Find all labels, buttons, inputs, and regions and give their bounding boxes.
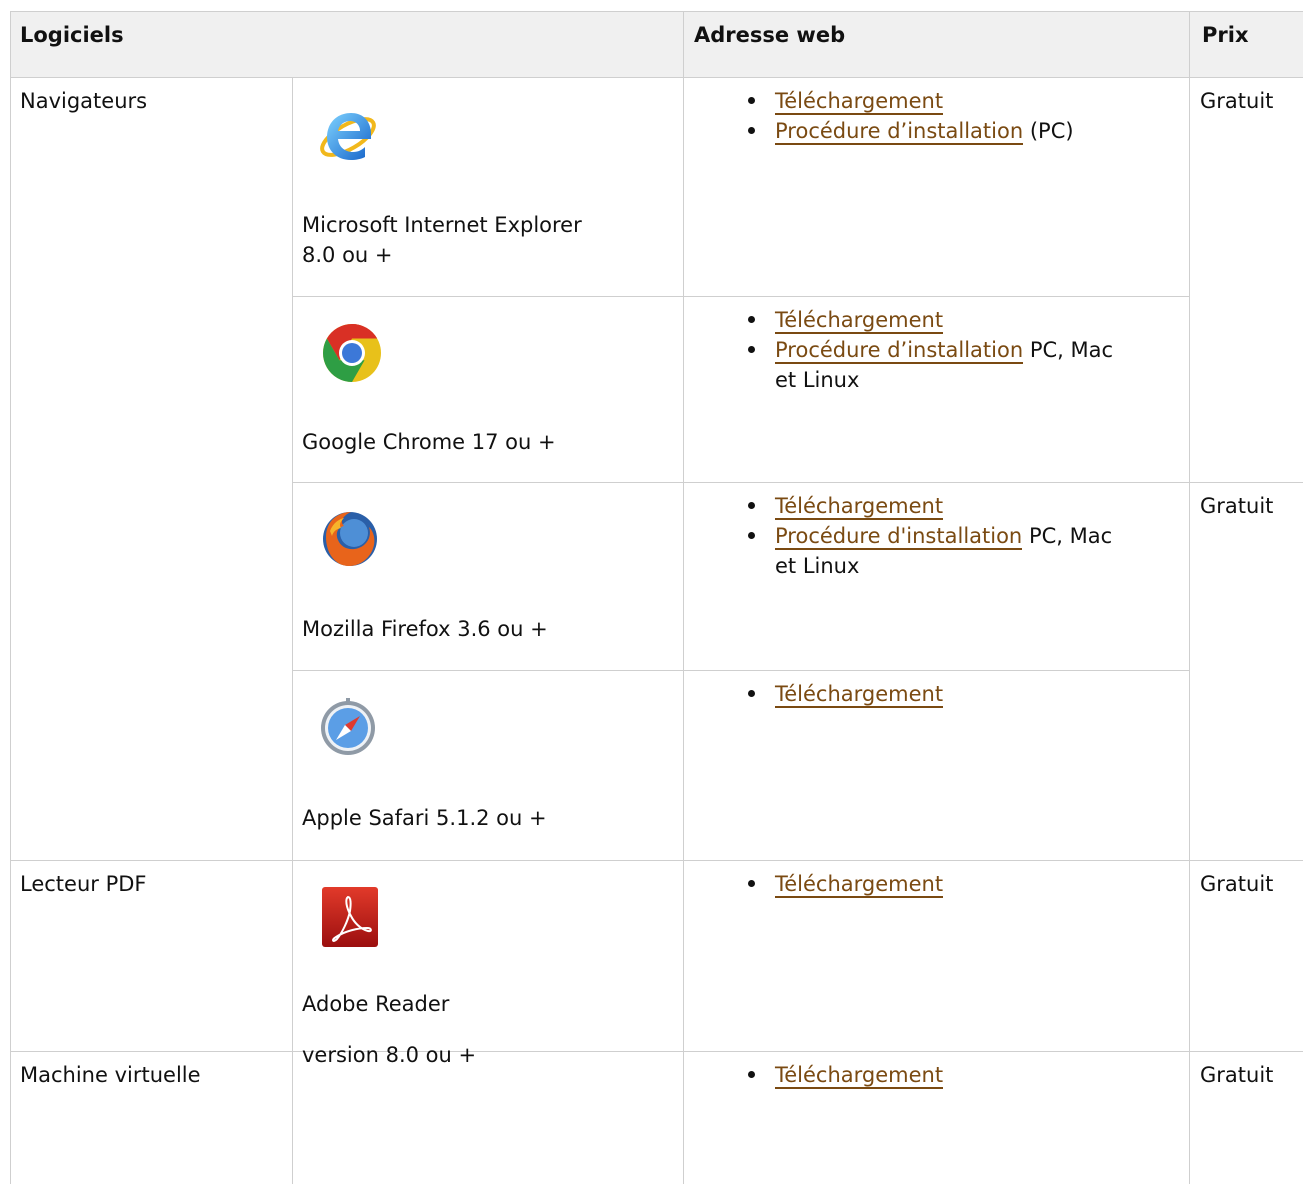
category-machine-virtuelle: Machine virtuelle <box>20 1063 201 1087</box>
border-left <box>10 11 11 1184</box>
header-software: Logiciels <box>20 23 124 47</box>
table-header <box>10 11 1303 77</box>
platform-text: PC, Mac <box>1029 338 1114 362</box>
list-item: Procédure d'installation PC, Mac <box>748 521 1113 551</box>
list-item: Téléchargement <box>748 305 1113 335</box>
border-header <box>10 77 1303 78</box>
download-link[interactable]: Téléchargement <box>775 1063 944 1089</box>
software-name: Microsoft Internet Explorer <box>302 213 582 237</box>
bullet-icon <box>748 97 755 104</box>
links-list: Téléchargement <box>748 869 944 899</box>
google-chrome-icon <box>323 324 381 382</box>
bullet-icon <box>748 880 755 887</box>
download-link[interactable]: Téléchargement <box>775 872 944 898</box>
category-lecteur-pdf: Lecteur PDF <box>20 872 147 896</box>
download-link[interactable]: Téléchargement <box>775 682 944 708</box>
border-row3 <box>292 670 1189 671</box>
mozilla-firefox-icon <box>323 512 377 566</box>
border-row1 <box>292 296 1189 297</box>
price: Gratuit <box>1200 872 1274 896</box>
bullet-icon <box>748 502 755 509</box>
price: Gratuit <box>1200 89 1274 113</box>
border-row5 <box>10 1051 1303 1052</box>
list-item-continuation: et Linux <box>775 551 1112 581</box>
software-name: Mozilla Firefox 3.6 ou + <box>302 617 548 641</box>
bullet-icon <box>748 1071 755 1078</box>
border-top <box>10 11 1303 12</box>
list-item: Procédure d’installation (PC) <box>748 116 1074 146</box>
internet-explorer-icon <box>320 113 376 160</box>
adobe-reader-icon <box>322 887 378 947</box>
list-item: Téléchargement <box>748 86 1074 116</box>
install-procedure-link[interactable]: Procédure d'installation <box>775 524 1023 550</box>
border-col3 <box>1189 11 1190 1184</box>
header-web-address: Adresse web <box>694 23 846 47</box>
apple-safari-icon <box>321 698 375 755</box>
download-link[interactable]: Téléchargement <box>775 89 944 115</box>
bullet-icon <box>748 690 755 697</box>
software-version: version 8.0 ou + <box>302 1043 477 1067</box>
category-navigateurs: Navigateurs <box>20 89 148 113</box>
platform-text: PC, Mac <box>1028 524 1113 548</box>
links-list: Téléchargement Procédure d’installation … <box>748 86 1074 146</box>
software-name: Adobe Reader <box>302 992 450 1016</box>
border-row2 <box>292 482 1303 483</box>
list-item: Téléchargement <box>748 869 944 899</box>
links-list: Téléchargement <box>748 1060 944 1090</box>
price: Gratuit <box>1200 494 1274 518</box>
software-version: 8.0 ou + <box>302 243 393 267</box>
list-item-continuation: et Linux <box>775 365 1113 395</box>
links-list: Téléchargement Procédure d'installation … <box>748 491 1113 581</box>
list-item: Procédure d’installation PC, Mac <box>748 335 1114 365</box>
border-col2 <box>683 11 684 1184</box>
download-link[interactable]: Téléchargement <box>775 308 944 334</box>
platform-text: et Linux <box>775 368 860 392</box>
install-procedure-link[interactable]: Procédure d’installation <box>775 338 1024 364</box>
bullet-icon <box>748 346 755 353</box>
bullet-icon <box>748 127 755 134</box>
links-list: Téléchargement Procédure d’installation … <box>748 305 1114 395</box>
software-table: Logiciels Adresse web Prix Navigateurs M… <box>10 11 1303 1184</box>
install-procedure-link[interactable]: Procédure d’installation <box>775 119 1024 145</box>
price: Gratuit <box>1200 1063 1274 1087</box>
bullet-icon <box>748 532 755 539</box>
header-price: Prix <box>1202 23 1249 47</box>
list-item: Téléchargement <box>748 679 944 709</box>
software-name: Google Chrome 17 ou + <box>302 430 556 454</box>
software-name: Apple Safari 5.1.2 ou + <box>302 806 547 830</box>
links-list: Téléchargement <box>748 679 944 709</box>
platform-text: et Linux <box>775 554 860 578</box>
bullet-icon <box>748 316 755 323</box>
platform-text: (PC) <box>1029 119 1074 143</box>
border-row4 <box>10 860 1303 861</box>
download-link[interactable]: Téléchargement <box>775 494 944 520</box>
border-col1 <box>292 77 293 1184</box>
list-item: Téléchargement <box>748 491 1112 521</box>
list-item: Téléchargement <box>748 1060 944 1090</box>
